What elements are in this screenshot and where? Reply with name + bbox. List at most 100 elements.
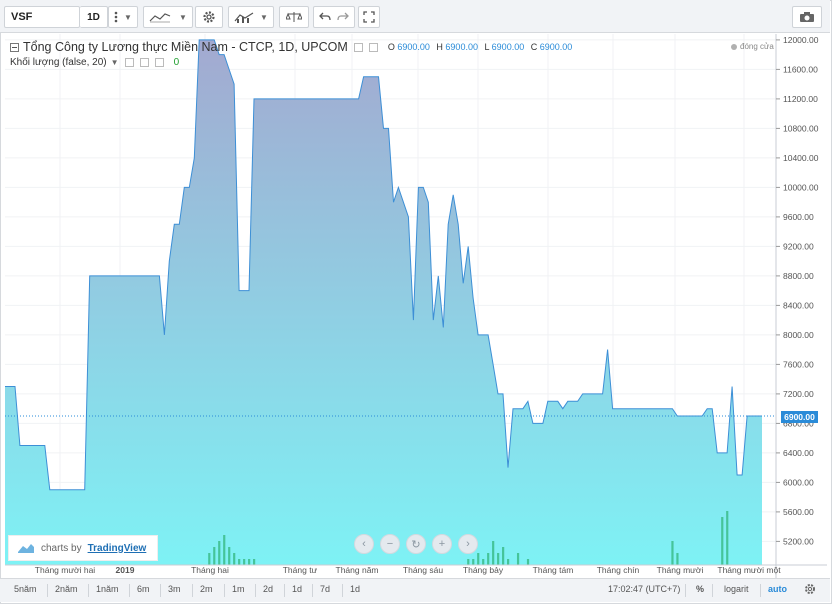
tradingview-branding[interactable]: charts by TradingView [8,535,158,561]
time-tick-label: Tháng mười hai [35,565,96,575]
volume-bar [213,547,216,565]
range-button[interactable]: 2năm [55,584,78,594]
volume-bar [497,553,500,565]
volume-bar [223,535,226,565]
compare-scale-icon[interactable] [279,6,309,28]
time-tick-label: Tháng sáu [403,565,443,575]
time-tick-label: Tháng tám [533,565,574,575]
zoom-in-icon[interactable]: + [432,534,452,554]
price-tick-label: 7200.00 [783,389,814,399]
volume-bar [477,553,480,565]
settings-gear-icon[interactable] [804,583,816,597]
main-series-legend: Tổng Công ty Lương thực Miền Nam - CTCP,… [10,40,576,54]
volume-legend: Khối lượng (false, 20) ▼ 0 [10,57,180,68]
time-tick-label: Tháng mười [657,565,704,575]
auto-scale-toggle[interactable]: auto [768,584,787,594]
range-button[interactable]: 1m [232,584,245,594]
time-tick-label: Tháng hai [191,565,229,575]
volume-bar [721,517,724,565]
volume-bar [253,559,256,565]
redo-icon[interactable] [337,12,349,22]
price-tick-label: 9600.00 [783,212,814,222]
undo-redo-group [313,6,355,28]
price-tick-label: 11600.00 [783,64,818,74]
tradingview-logo-icon [18,544,34,553]
separator [224,584,225,597]
fullscreen-icon[interactable] [358,6,380,28]
undo-icon[interactable] [319,12,331,22]
more-icon[interactable]: ▼ [108,6,138,28]
price-tick-label: 5200.00 [783,536,814,546]
scroll-left-icon[interactable]: ‹ [354,534,374,554]
eye-icon[interactable] [353,42,363,52]
volume-bar [248,559,251,565]
price-tick-label: 10800.00 [783,123,819,133]
indicators-button[interactable]: ▼ [228,6,274,28]
range-button[interactable]: 3m [168,584,181,594]
status-dot-icon [731,43,737,50]
collapse-legend-icon[interactable] [10,42,19,52]
price-tick-label: 6400.00 [783,448,814,458]
price-axis: 5200.005600.006000.006400.006800.007200.… [776,35,819,546]
percent-toggle[interactable]: % [696,584,704,594]
range-button[interactable]: 1d [350,584,360,594]
scroll-right-icon[interactable]: › [458,534,478,554]
volume-value: 0 [173,57,180,68]
snapshot-camera-icon[interactable] [792,6,822,28]
time-tick-label: Tháng mười một [717,565,781,575]
price-tick-label: 8800.00 [783,271,814,281]
eye-icon[interactable] [124,58,134,67]
interval-button[interactable]: 1D [80,6,108,28]
time-tick-label: 2019 [116,565,135,575]
separator [342,584,343,597]
volume-bar [507,559,510,565]
separator [192,584,193,597]
volume-bar [671,541,674,565]
range-button[interactable]: 6m [137,584,150,594]
bottom-toolbar: 5năm 2năm 1năm 6m 3m 2m 1m 2d 1d 7d 1d 17:02:47 (U… [0,578,830,602]
range-button[interactable]: 5năm [14,584,37,594]
reset-icon[interactable]: ↻ [406,534,426,554]
price-tick-label: 10000.00 [783,182,819,192]
range-button[interactable]: 2m [200,584,213,594]
volume-bar [526,559,530,565]
log-toggle[interactable]: logarit [724,584,749,594]
zoom-out-icon[interactable]: − [380,534,400,554]
price-tick-label: 8000.00 [783,330,814,340]
price-chart[interactable]: 5200.005600.006000.006400.006800.007200.… [5,34,827,579]
volume-bar [218,541,221,565]
line-style-icon [149,13,171,23]
volume-bar [676,553,679,565]
chart-area[interactable]: 5200.00 5600.00 6000.00 6400.00 6800.00 7200.… [5,34,827,579]
settings-icon[interactable] [139,58,149,67]
volume-bar [233,553,236,565]
separator [88,584,89,597]
time-tick-label: Tháng chín [597,565,640,575]
last-price-tag: 6900.00 [781,411,818,423]
chart-style-button[interactable]: ▼ [143,6,193,28]
close-icon[interactable] [154,58,164,67]
range-button[interactable]: 1d [292,584,302,594]
price-tick-label: 10400.00 [783,153,819,163]
symbol-search-input[interactable]: VSF [4,6,80,28]
price-tick-label: 9200.00 [783,241,814,251]
range-button[interactable]: 7d [320,584,330,594]
volume-label: Khối lượng (false, 20) [10,57,107,68]
settings-gear-icon[interactable] [195,6,223,28]
dropdown-icon: ▼ [179,12,187,22]
top-toolbar: VSF 1D ▼ ▼ ▼ [0,0,830,33]
price-tick-label: 6000.00 [783,477,814,487]
indicators-icon [234,12,254,23]
volume-bar [492,541,495,565]
volume-bar [502,547,505,565]
market-status: đóng cửa [731,42,774,51]
clock: 17:02:47 (UTC+7) [608,584,681,594]
price-tick-label: 5600.00 [783,507,814,517]
settings-icon[interactable] [368,42,378,52]
volume-bar [228,547,231,565]
range-button[interactable]: 2d [263,584,273,594]
volume-bar [238,559,241,565]
time-tick-label: Tháng năm [336,565,379,575]
range-button[interactable]: 1năm [96,584,119,594]
series-title: Tổng Công ty Lương thực Miền Nam - CTCP,… [23,40,348,54]
